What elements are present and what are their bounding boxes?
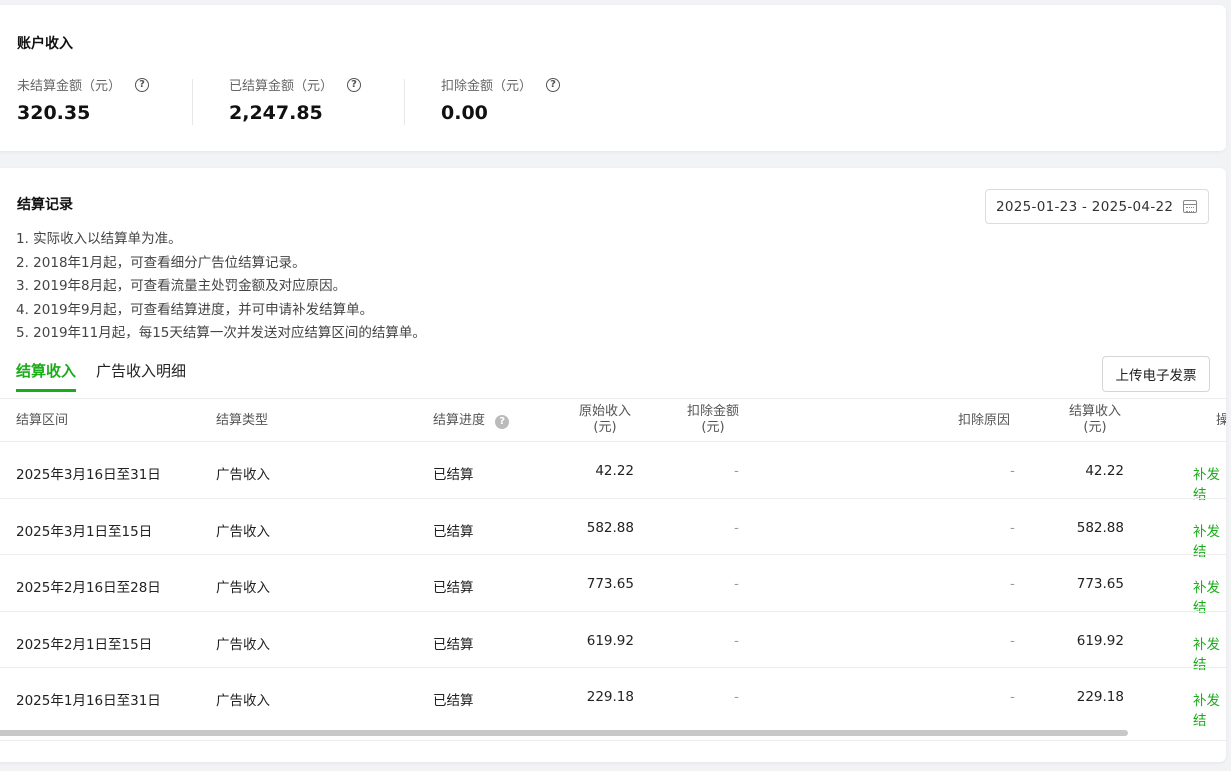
cell-income: 582.88 [1076, 520, 1124, 536]
note-item: 2. 2018年1月起，可查看细分广告位结算记录。 [16, 254, 306, 271]
row-divider [0, 441, 1226, 442]
cell-progress: 已结算 [433, 524, 474, 540]
stat-value: 2,247.85 [229, 102, 323, 124]
cell-reason: - [1010, 463, 1015, 479]
cell-original: 773.65 [586, 576, 634, 592]
col-reason: 扣除原因 [958, 413, 1011, 428]
cell-progress: 已结算 [433, 467, 474, 483]
stat-deducted: 扣除金额（元）? 0.00 [441, 75, 561, 124]
reissue-link[interactable]: 补发结 [1193, 463, 1226, 503]
cell-reason: - [1010, 576, 1015, 592]
stat-settled: 已结算金额（元）? 2,247.85 [229, 75, 362, 124]
cell-period: 2025年2月16日至28日 [16, 580, 161, 596]
date-range-picker[interactable]: 2025-01-23 - 2025-04-22 [985, 189, 1209, 224]
note-item: 3. 2019年8月起，可查看流量主处罚金额及对应原因。 [16, 278, 347, 294]
help-icon[interactable]: ? [495, 415, 510, 429]
cell-deduct: - [734, 463, 739, 479]
col-action: 操 [1216, 413, 1226, 428]
divider [404, 79, 405, 125]
cell-original: 619.92 [586, 633, 634, 649]
cell-deduct: - [734, 520, 739, 536]
stat-value: 320.35 [17, 102, 91, 124]
row-divider [0, 667, 1226, 668]
col-period: 结算区间 [16, 413, 69, 428]
cell-deduct: - [734, 576, 739, 592]
help-icon[interactable]: ? [135, 77, 150, 92]
cell-original: 42.22 [595, 463, 634, 479]
cell-period: 2025年3月16日至31日 [16, 467, 161, 483]
cell-progress: 已结算 [433, 580, 474, 596]
cell-deduct: - [734, 633, 739, 649]
tab-ad-income-detail[interactable]: 广告收入明细 [96, 360, 186, 392]
note-item: 1. 实际收入以结算单为准。 [16, 231, 182, 247]
cell-original: 582.88 [586, 520, 634, 536]
col-type: 结算类型 [216, 413, 269, 428]
row-divider [0, 498, 1226, 499]
calendar-icon [1183, 200, 1197, 213]
col-original: 原始收入 (元) [578, 404, 631, 435]
reissue-link[interactable]: 补发结 [1193, 576, 1226, 616]
cell-period: 2025年3月1日至15日 [16, 524, 153, 540]
cell-type: 广告收入 [216, 467, 270, 483]
account-income-card: 账户收入 未结算金额（元）? 320.35 已结算金额（元）? 2,247.85… [0, 5, 1226, 151]
records-title: 结算记录 [17, 197, 73, 213]
cell-progress: 已结算 [433, 637, 474, 653]
cell-period: 2025年2月1日至15日 [16, 637, 153, 653]
row-divider [0, 611, 1226, 612]
cell-type: 广告收入 [216, 693, 270, 709]
stat-label: 扣除金额（元） [441, 79, 533, 94]
settlement-records-card: 结算记录 2025-01-23 - 2025-04-22 1. 实际收入以结算单… [0, 168, 1226, 762]
tab-settlement-income[interactable]: 结算收入 [16, 360, 77, 392]
cell-income: 229.18 [1076, 689, 1124, 705]
notes-list: 1. 实际收入以结算单为准。 2. 2018年1月起，可查看细分广告位结算记录。… [16, 228, 426, 346]
col-progress: 结算进度 ? [433, 413, 510, 429]
stat-label: 已结算金额（元） [229, 79, 334, 94]
stat-value: 0.00 [441, 102, 488, 124]
cell-type: 广告收入 [216, 580, 270, 596]
cell-reason: - [1010, 689, 1015, 705]
horizontal-scrollbar[interactable] [0, 730, 1128, 736]
col-deduct: 扣除金额 (元) [686, 404, 739, 435]
row-divider [0, 554, 1226, 555]
stat-unsettled: 未结算金额（元）? 320.35 [17, 75, 150, 124]
cell-period: 2025年1月16日至31日 [16, 693, 161, 709]
tab-bar: 结算收入 广告收入明细 [16, 360, 186, 392]
cell-reason: - [1010, 520, 1015, 536]
help-icon[interactable]: ? [347, 77, 362, 92]
cell-income: 42.22 [1085, 463, 1124, 479]
cell-reason: - [1010, 633, 1015, 649]
col-progress-label: 结算进度 [433, 413, 486, 428]
help-icon[interactable]: ? [546, 77, 561, 92]
cell-type: 广告收入 [216, 524, 270, 540]
note-item: 5. 2019年11月起，每15天结算一次并发送对应结算区间的结算单。 [16, 325, 426, 341]
upload-invoice-button[interactable]: 上传电子发票 [1102, 356, 1210, 392]
cell-income: 619.92 [1076, 633, 1124, 649]
divider [192, 79, 193, 125]
table-bottom-border [0, 740, 1226, 741]
col-income: 结算收入 (元) [1068, 404, 1121, 435]
note-item: 4. 2019年9月起，可查看结算进度，并可申请补发结算单。 [16, 301, 374, 318]
account-title: 账户收入 [17, 36, 73, 52]
reissue-link[interactable]: 补发结 [1193, 689, 1226, 729]
stat-label: 未结算金额（元） [17, 79, 122, 94]
cell-income: 773.65 [1076, 576, 1124, 592]
cell-deduct: - [734, 689, 739, 705]
cell-progress: 已结算 [433, 693, 474, 709]
cell-original: 229.18 [586, 689, 634, 705]
table-top-border [0, 398, 1226, 399]
cell-type: 广告收入 [216, 637, 270, 653]
date-range-text: 2025-01-23 - 2025-04-22 [996, 198, 1174, 215]
